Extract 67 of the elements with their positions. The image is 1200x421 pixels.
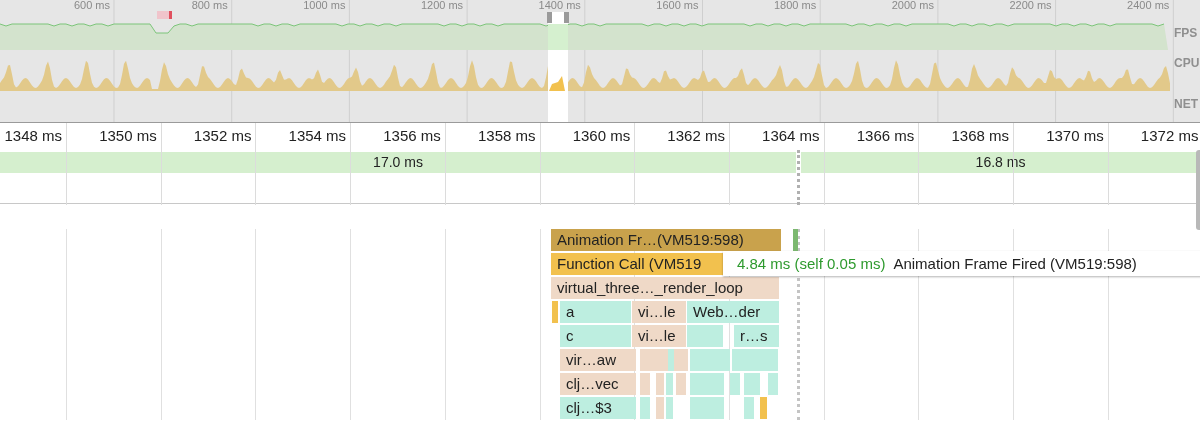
selection-handle[interactable] bbox=[547, 12, 552, 23]
flame-block[interactable] bbox=[640, 373, 650, 395]
flame-block[interactable] bbox=[732, 349, 778, 371]
flame-block[interactable] bbox=[768, 373, 778, 395]
flame-block[interactable] bbox=[744, 373, 760, 395]
flame-bar[interactable]: Web…der bbox=[687, 301, 779, 323]
warning-marker[interactable] bbox=[157, 11, 172, 19]
time-label: 1600 ms bbox=[656, 0, 699, 11]
selection-handle[interactable] bbox=[564, 12, 569, 23]
time-label: 1360 ms bbox=[572, 127, 631, 144]
time-label: 1348 ms bbox=[4, 127, 62, 144]
flame-bar[interactable]: virtual_three…_render_loop bbox=[551, 277, 779, 299]
time-label: 1352 ms bbox=[193, 127, 252, 144]
track-label: CPU bbox=[1174, 56, 1200, 70]
flame-block[interactable] bbox=[760, 397, 767, 419]
flame-block[interactable] bbox=[690, 349, 730, 371]
flame-bar[interactable]: r…s bbox=[734, 325, 779, 347]
time-label: 1370 ms bbox=[1046, 127, 1104, 144]
track-label: FPS bbox=[1174, 26, 1198, 40]
flame-bar[interactable]: a bbox=[560, 301, 631, 323]
scrollbar[interactable] bbox=[1196, 150, 1200, 230]
time-label: 1372 ms bbox=[1140, 127, 1199, 144]
flame-block[interactable] bbox=[676, 373, 686, 395]
time-label: 1362 ms bbox=[667, 127, 725, 144]
time-label: 1368 ms bbox=[951, 127, 1009, 144]
event-title: Animation Frame Fired (VM519:598) bbox=[893, 255, 1137, 272]
flame-block[interactable] bbox=[640, 349, 668, 371]
flame-block[interactable] bbox=[744, 397, 754, 419]
flame-block[interactable] bbox=[656, 373, 664, 395]
frame-bar[interactable]: 17.0 ms bbox=[0, 152, 796, 173]
flame-bar[interactable]: Animation Fr…(VM519:598) bbox=[551, 229, 781, 251]
track-label: NET bbox=[1174, 97, 1198, 111]
flame-block[interactable] bbox=[552, 301, 558, 323]
flame-block[interactable] bbox=[690, 397, 724, 419]
flame-bar[interactable]: clj…$3 bbox=[560, 397, 636, 419]
time-label: 1356 ms bbox=[383, 127, 441, 144]
time-label: 2200 ms bbox=[1009, 0, 1052, 11]
flame-bar[interactable]: vir…aw bbox=[560, 349, 636, 371]
time-label: 1800 ms bbox=[774, 0, 817, 11]
flame-block[interactable] bbox=[730, 373, 740, 395]
time-label: 600 ms bbox=[73, 0, 110, 11]
time-label: 2400 ms bbox=[1127, 0, 1170, 11]
cpu-highlight bbox=[549, 76, 565, 91]
time-label: 1358 ms bbox=[477, 127, 536, 144]
flame-block[interactable] bbox=[666, 397, 673, 419]
flame-bar[interactable]: vi…le bbox=[632, 301, 686, 323]
time-label: 1200 ms bbox=[420, 0, 464, 11]
flame-bar[interactable]: vi…le bbox=[632, 325, 686, 347]
flame-block[interactable] bbox=[674, 349, 688, 371]
flame-block[interactable] bbox=[640, 397, 650, 419]
time-label: 1000 ms bbox=[303, 0, 346, 11]
flame-block[interactable] bbox=[690, 373, 724, 395]
flame-bar[interactable]: c bbox=[560, 325, 631, 347]
event-marker[interactable] bbox=[793, 229, 798, 251]
time-label: 800 ms bbox=[191, 0, 228, 11]
flame-bar[interactable]: clj…vec bbox=[560, 373, 636, 395]
time-label: 2000 ms bbox=[891, 0, 934, 11]
flame-block[interactable] bbox=[687, 325, 723, 347]
selection-window[interactable] bbox=[548, 12, 568, 122]
time-label: 1350 ms bbox=[99, 127, 157, 144]
flame-block[interactable] bbox=[656, 397, 664, 419]
flame-block[interactable] bbox=[668, 349, 674, 371]
flame-block[interactable] bbox=[666, 373, 673, 395]
time-label: 1364 ms bbox=[762, 127, 820, 144]
time-label: 1366 ms bbox=[856, 127, 915, 144]
time-label: 1354 ms bbox=[288, 127, 347, 144]
time-label: 1400 ms bbox=[538, 0, 581, 11]
